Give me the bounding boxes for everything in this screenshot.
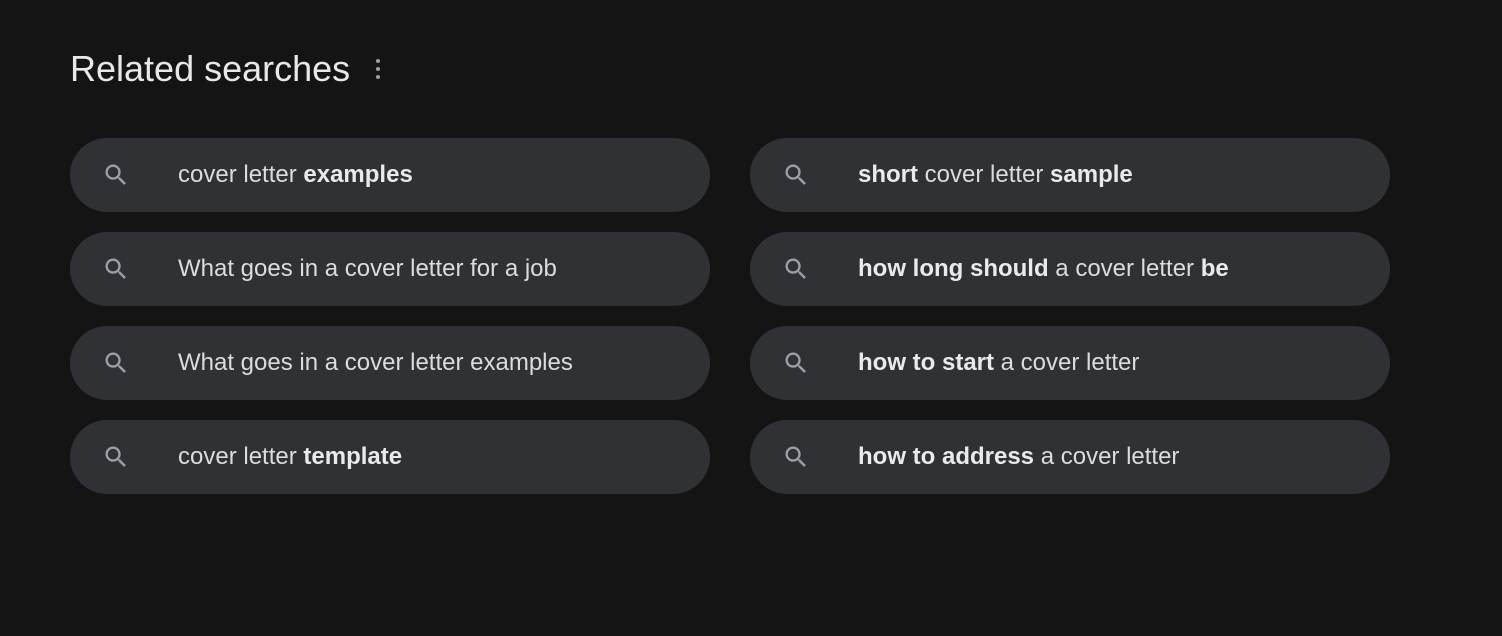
related-search-chip[interactable]: how long should a cover letter be [750,232,1390,306]
section-title: Related searches [70,48,350,90]
related-search-label: cover letter examples [178,159,413,190]
search-icon [102,255,130,283]
related-search-label: how long should a cover letter be [858,253,1229,284]
search-icon [102,349,130,377]
related-search-chip[interactable]: how to address a cover letter [750,420,1390,494]
search-icon [782,443,810,471]
related-search-chip[interactable]: short cover letter sample [750,138,1390,212]
related-search-chip[interactable]: What goes in a cover letter for a job [70,232,710,306]
more-options-icon[interactable] [370,53,386,85]
search-icon [102,161,130,189]
related-search-label: short cover letter sample [858,159,1133,190]
related-search-chip[interactable]: how to start a cover letter [750,326,1390,400]
search-icon [782,349,810,377]
search-icon [782,161,810,189]
related-search-chip[interactable]: cover letter examples [70,138,710,212]
related-search-label: What goes in a cover letter examples [178,347,573,378]
related-search-label: how to start a cover letter [858,347,1139,378]
related-search-label: What goes in a cover letter for a job [178,253,557,284]
related-search-label: how to address a cover letter [858,441,1179,472]
related-searches-grid: cover letter examples short cover letter … [70,138,1390,494]
related-searches-header: Related searches [70,48,1432,90]
search-icon [102,443,130,471]
related-search-chip[interactable]: What goes in a cover letter examples [70,326,710,400]
related-search-label: cover letter template [178,441,402,472]
search-icon [782,255,810,283]
related-search-chip[interactable]: cover letter template [70,420,710,494]
